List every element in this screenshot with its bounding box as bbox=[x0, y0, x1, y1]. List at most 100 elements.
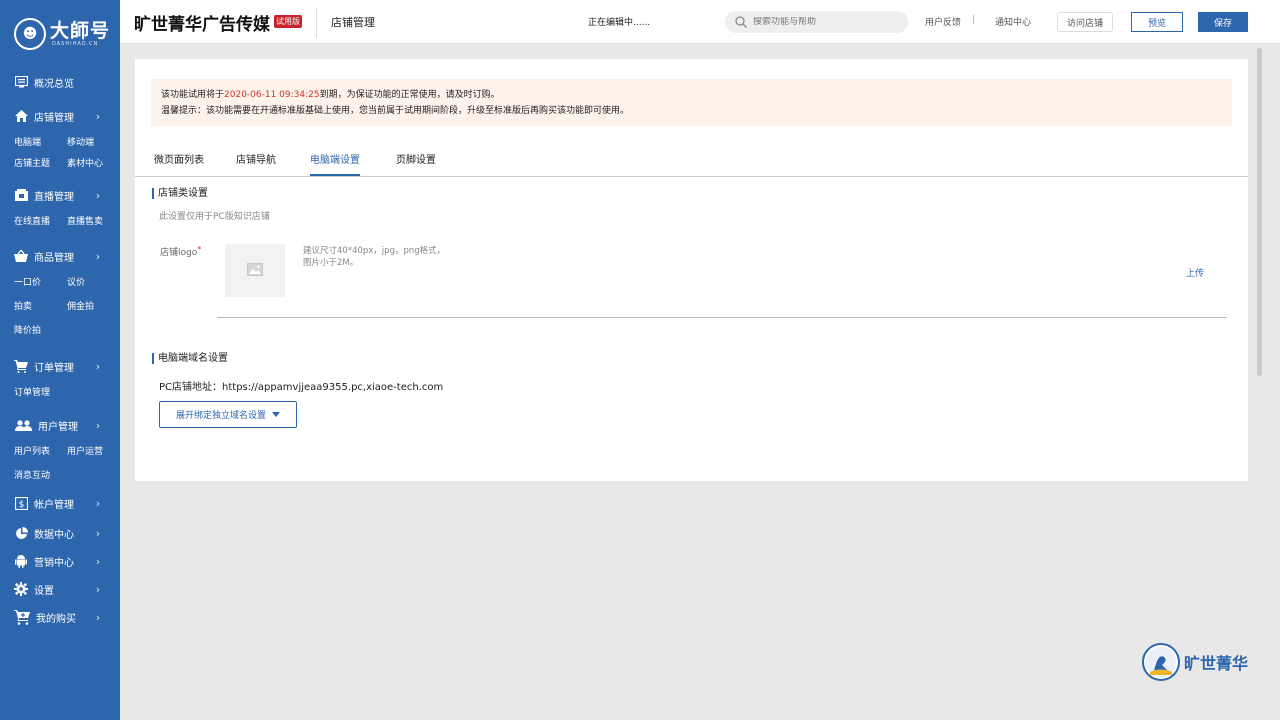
logo-emblem-icon: ☻ bbox=[14, 18, 46, 50]
submenu-live-sale[interactable]: 直播售卖 bbox=[67, 210, 120, 234]
submenu-commission-auction[interactable]: 佣金拍 bbox=[67, 295, 120, 319]
chevron-right-icon: › bbox=[95, 554, 101, 568]
menu-data[interactable]: 数据中心 › bbox=[0, 522, 120, 544]
submenu-negotiate[interactable]: 议价 bbox=[67, 271, 120, 295]
search-input[interactable] bbox=[753, 17, 893, 27]
submenu-dutch-auction[interactable]: 降价拍 bbox=[14, 319, 67, 343]
visit-store-button[interactable]: 访问店铺 bbox=[1057, 12, 1113, 32]
menu-account[interactable]: $ 帐户管理 › bbox=[0, 492, 120, 514]
search-box[interactable] bbox=[725, 11, 908, 33]
notice-line-2: 温馨提示：该功能需要在开通标准版基础上使用，您当前属于试用期间阶段，升级至标准版… bbox=[161, 106, 630, 116]
logo-upload-box[interactable] bbox=[225, 244, 285, 297]
content-card: 该功能试用将于2020-06-11 09:34:25到期，为保证功能的正常使用，… bbox=[135, 59, 1248, 481]
image-placeholder-icon bbox=[247, 261, 263, 280]
submenu-user-operation[interactable]: 用户运营 bbox=[67, 440, 120, 464]
menu-live-label: 直播管理 bbox=[34, 191, 74, 203]
expand-domain-button[interactable]: 展开绑定独立域名设置 bbox=[159, 401, 297, 428]
upload-tip-line-2: 图片小于2M。 bbox=[303, 258, 359, 268]
submenu-store-theme[interactable]: 店铺主题 bbox=[14, 155, 67, 173]
submenu-material-center[interactable]: 素材中心 bbox=[67, 155, 120, 173]
tab-pc-settings[interactable]: 电脑端设置 bbox=[310, 151, 360, 176]
menu-store[interactable]: 店铺管理 › bbox=[0, 105, 120, 127]
upload-tip-line-1: 建议尺寸40*40px，jpg，png格式， bbox=[303, 246, 446, 256]
gear-icon bbox=[14, 582, 28, 596]
chevron-right-icon: › bbox=[95, 526, 101, 540]
menu-users[interactable]: 用户管理 › bbox=[0, 414, 120, 436]
menu-overview[interactable]: 概况总览 bbox=[0, 71, 120, 93]
menu-users-label: 用户管理 bbox=[38, 421, 78, 433]
preview-button[interactable]: 预览 bbox=[1131, 12, 1183, 32]
search-icon bbox=[735, 13, 747, 32]
chevron-right-icon: › bbox=[95, 418, 101, 432]
domain-settings-title: 电脑端域名设置 bbox=[152, 353, 228, 364]
cart-icon bbox=[14, 359, 28, 373]
page-section-title: 店铺管理 bbox=[331, 16, 375, 29]
tab-footer-settings[interactable]: 页脚设置 bbox=[396, 151, 436, 174]
notice-suffix: 到期，为保证功能的正常使用，请及时订购。 bbox=[319, 90, 500, 100]
editing-status: 正在编辑中...... bbox=[588, 18, 651, 28]
settings-tabs: 微页面列表 店铺导航 电脑端设置 页脚设置 bbox=[135, 139, 1248, 177]
pie-chart-icon bbox=[14, 526, 28, 540]
pc-store-address-label: PC店铺地址： bbox=[159, 382, 223, 393]
menu-group-users: 用户管理 › 用户列表 用户运营 消息互动 bbox=[0, 414, 120, 488]
submenu-online-live[interactable]: 在线直播 bbox=[14, 210, 67, 234]
brand-name: 旷世菁华广告传媒 bbox=[134, 15, 270, 35]
submenu-message-interaction[interactable]: 消息互动 bbox=[14, 464, 67, 488]
header-divider bbox=[316, 8, 317, 38]
menu-group-overview: 概况总览 bbox=[0, 71, 120, 93]
chevron-right-icon: › bbox=[95, 359, 101, 373]
live-icon bbox=[14, 188, 28, 202]
notice-prefix: 该功能试用将于 bbox=[161, 90, 225, 100]
link-separator: | bbox=[972, 15, 976, 25]
logo-main-text: 大師号 bbox=[50, 20, 111, 42]
submenu-auction[interactable]: 拍卖 bbox=[14, 295, 67, 319]
basket-icon bbox=[14, 249, 28, 263]
upload-tip: 建议尺寸40*40px，jpg，png格式， 图片小于2M。 bbox=[303, 245, 445, 269]
save-button[interactable]: 保存 bbox=[1198, 12, 1248, 32]
chevron-right-icon: › bbox=[95, 109, 101, 123]
menu-settings[interactable]: 设置 › bbox=[0, 578, 120, 600]
chevron-right-icon: › bbox=[95, 249, 101, 263]
menu-goods[interactable]: 商品管理 › bbox=[0, 245, 120, 267]
menu-group-purchases: 我的购买 › bbox=[0, 606, 120, 628]
caret-down-icon bbox=[272, 412, 280, 417]
menu-purchases-label: 我的购买 bbox=[36, 613, 76, 625]
submenu-order-management[interactable]: 订单管理 bbox=[14, 381, 67, 405]
expand-domain-label: 展开绑定独立域名设置 bbox=[175, 411, 266, 421]
sidebar: ☻ 大師号 DASHIHAO.CN 概况总览 店铺管理 › 电脑端 移动端 店铺… bbox=[0, 0, 120, 720]
notification-center-link[interactable]: 通知中心 bbox=[995, 15, 1031, 28]
menu-orders-label: 订单管理 bbox=[34, 362, 74, 374]
menu-group-store: 店铺管理 › 电脑端 移动端 店铺主题 素材中心 bbox=[0, 105, 120, 173]
watermark-text: 旷世菁华 bbox=[1184, 654, 1249, 673]
sidebar-logo[interactable]: ☻ 大師号 DASHIHAO.CN bbox=[0, 0, 120, 68]
menu-live[interactable]: 直播管理 › bbox=[0, 184, 120, 206]
submenu-fixed-price[interactable]: 一口价 bbox=[14, 271, 67, 295]
store-settings-hint: 此设置仅用于PC版知识店铺 bbox=[159, 212, 270, 222]
required-mark: * bbox=[197, 245, 202, 254]
menu-purchases[interactable]: 我的购买 › bbox=[0, 606, 120, 628]
submenu-user-list[interactable]: 用户列表 bbox=[14, 440, 67, 464]
chevron-right-icon: › bbox=[95, 188, 101, 202]
watermark-logo: 旷世菁华 bbox=[1142, 643, 1248, 681]
tab-store-navigation[interactable]: 店铺导航 bbox=[236, 151, 276, 174]
store-logo-label-text: 店铺logo bbox=[160, 248, 198, 258]
svg-text:$: $ bbox=[18, 500, 24, 510]
menu-group-settings: 设置 › bbox=[0, 578, 120, 600]
upload-link[interactable]: 上传 bbox=[1186, 266, 1204, 279]
dollar-icon: $ bbox=[14, 496, 28, 510]
feedback-link[interactable]: 用户反馈 bbox=[925, 15, 961, 28]
home-icon bbox=[14, 109, 28, 123]
store-settings-title: 店铺类设置 bbox=[152, 188, 208, 199]
scrollbar-thumb[interactable] bbox=[1257, 48, 1262, 376]
menu-group-account: $ 帐户管理 › bbox=[0, 492, 120, 514]
chevron-right-icon: › bbox=[95, 610, 101, 624]
menu-orders[interactable]: 订单管理 › bbox=[0, 355, 120, 377]
menu-data-label: 数据中心 bbox=[34, 529, 74, 541]
menu-marketing[interactable]: 营销中心 › bbox=[0, 550, 120, 572]
menu-goods-label: 商品管理 bbox=[34, 252, 74, 264]
submenu-mobile[interactable]: 移动端 bbox=[67, 131, 120, 155]
tab-micro-pages[interactable]: 微页面列表 bbox=[154, 151, 204, 174]
trial-notice: 该功能试用将于2020-06-11 09:34:25到期，为保证功能的正常使用，… bbox=[151, 79, 1232, 126]
top-bar: 旷世菁华广告传媒 试用版 店铺管理 正在编辑中...... 用户反馈 | 通知中… bbox=[120, 0, 1280, 44]
submenu-pc[interactable]: 电脑端 bbox=[14, 131, 67, 155]
